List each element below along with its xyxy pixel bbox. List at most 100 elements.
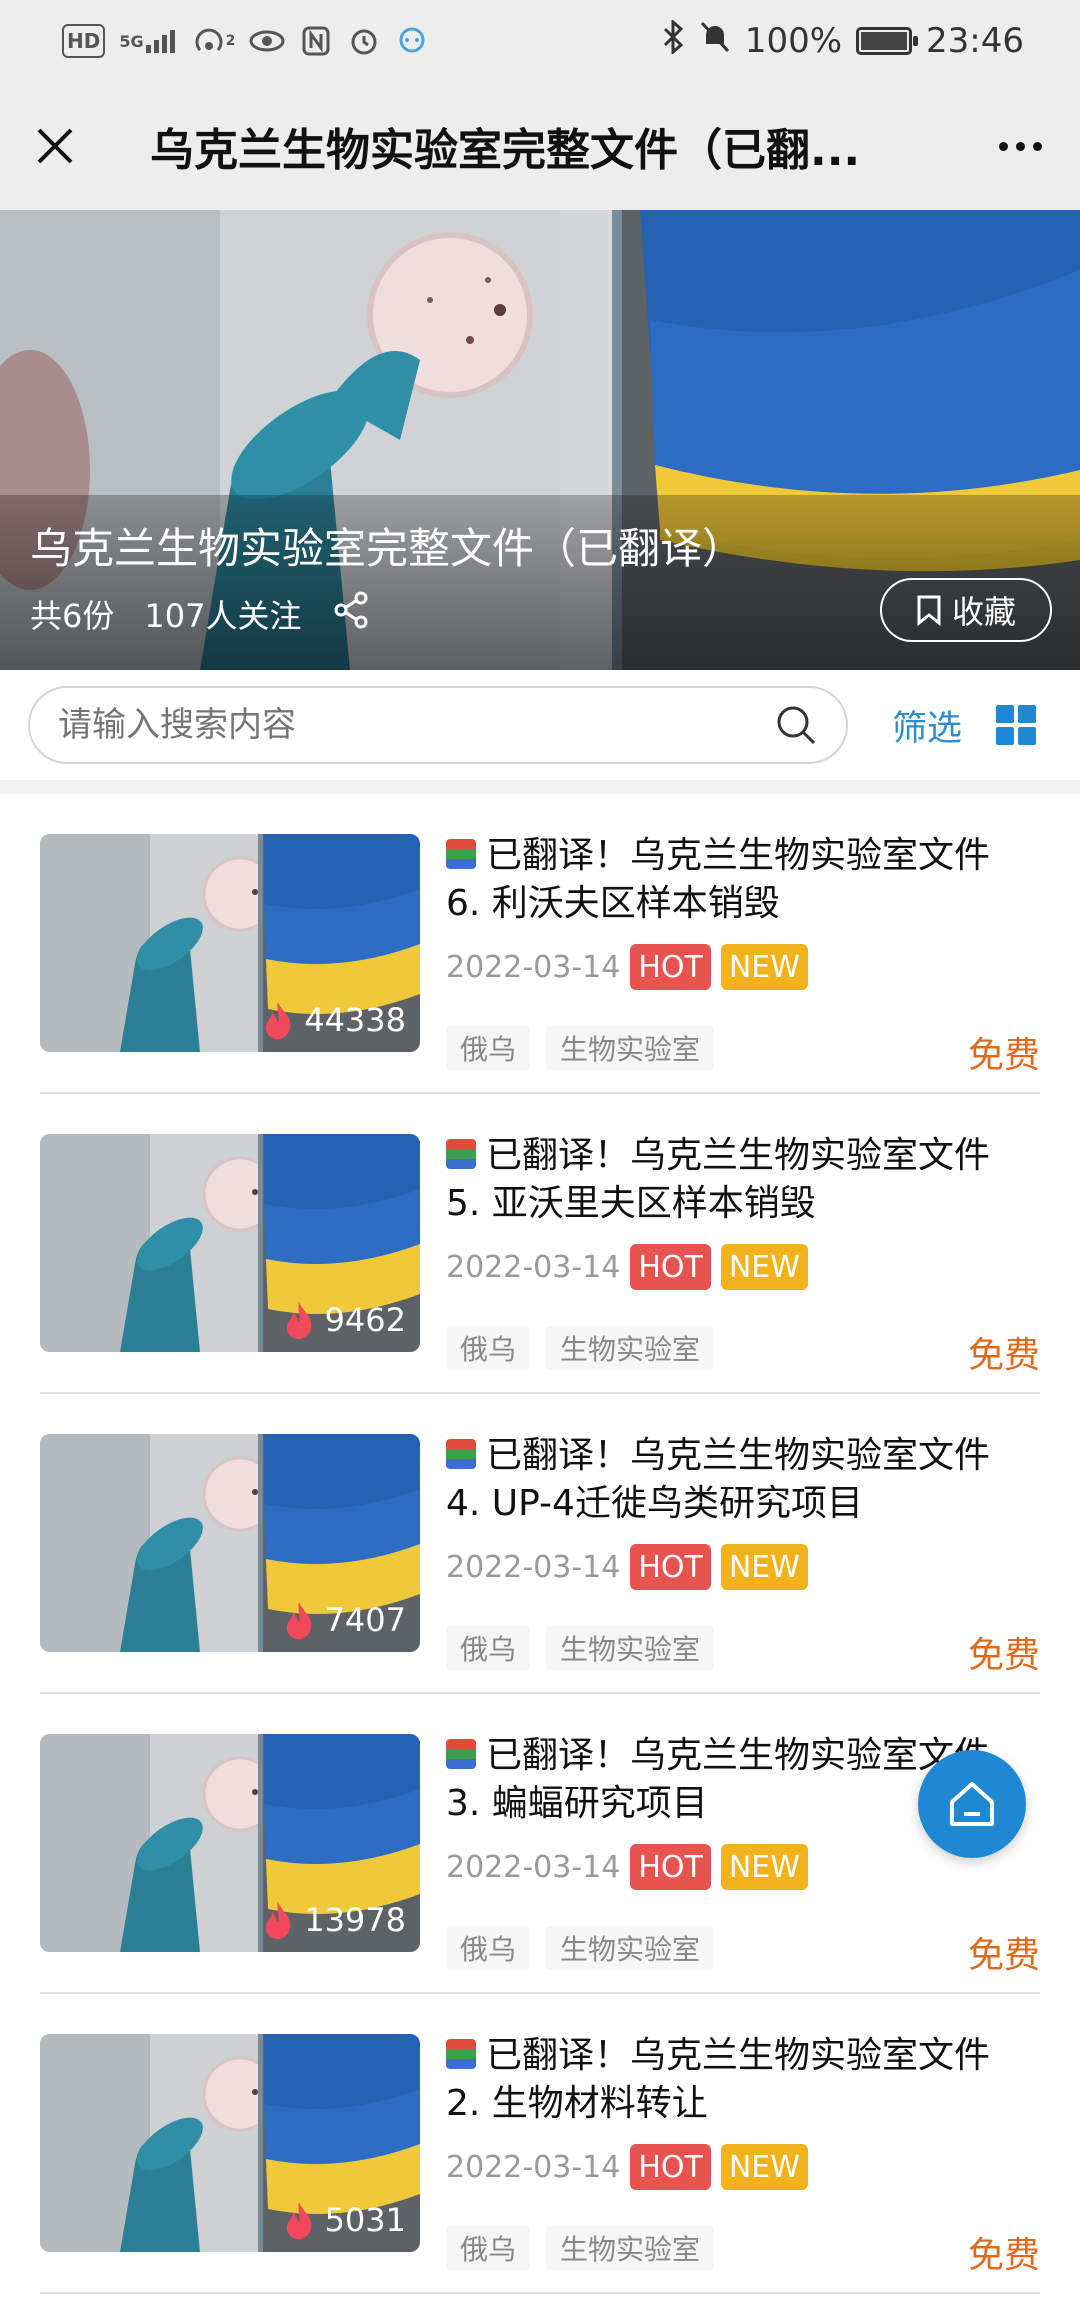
item-title[interactable]: 已翻译！乌克兰生物实验室文件 4. UP-4迁徙鸟类研究项目 <box>446 1432 1046 1528</box>
item-date: 2022-03-14 <box>446 949 621 985</box>
document-list: 44338 已翻译！乌克兰生物实验室文件 6. 利沃夫区样本销毁 2022-03-… <box>0 794 1080 2294</box>
clock: 23:46 <box>926 21 1024 61</box>
flame-icon <box>286 2202 311 2239</box>
tag[interactable]: 俄乌 <box>446 1326 531 1370</box>
item-meta: 2022-03-14 HOT NEW <box>446 1544 808 1590</box>
title-line-1: 已翻译！乌克兰生物实验室文件 <box>486 1435 991 1476</box>
item-date: 2022-03-14 <box>446 1249 621 1285</box>
document-icon <box>446 1739 476 1769</box>
favorite-button[interactable]: 收藏 <box>880 578 1052 642</box>
item-thumbnail[interactable]: 44338 <box>40 834 420 1052</box>
hot-badge: HOT <box>630 2144 711 2190</box>
title-line-2: 6. 利沃夫区样本销毁 <box>446 883 780 924</box>
document-icon <box>446 1439 476 1469</box>
item-thumbnail[interactable]: 7407 <box>40 1434 420 1652</box>
tag[interactable]: 生物实验室 <box>546 2226 715 2270</box>
item-thumbnail[interactable]: 13978 <box>40 1734 420 1952</box>
title-line-2: 4. UP-4迁徙鸟类研究项目 <box>446 1483 863 1524</box>
search-box[interactable] <box>28 686 848 764</box>
flame-icon <box>286 1302 311 1339</box>
view-count-value: 5031 <box>324 2201 406 2239</box>
title-line-1: 已翻译！乌克兰生物实验室文件 <box>486 2035 991 2076</box>
page-title: 乌克兰生物实验室完整文件（已翻... <box>150 125 861 176</box>
search-input[interactable] <box>58 705 774 745</box>
battery-percent: 100% <box>744 21 843 61</box>
view-count-value: 7407 <box>324 1601 406 1639</box>
view-count-value: 44338 <box>304 1001 406 1039</box>
view-count-value: 9462 <box>324 1301 406 1339</box>
hot-badge: HOT <box>630 1844 711 1890</box>
follower-count: 107人关注 <box>144 597 302 635</box>
list-item[interactable]: 5031 已翻译！乌克兰生物实验室文件 2. 生物材料转让 2022-03-14 … <box>0 1994 1080 2294</box>
hd-icon: HD <box>62 24 106 58</box>
item-meta: 2022-03-14 HOT NEW <box>446 1244 808 1290</box>
close-icon <box>37 128 73 164</box>
section-divider <box>0 780 1080 794</box>
home-icon <box>950 1782 994 1826</box>
share-button[interactable] <box>331 590 371 638</box>
new-badge: NEW <box>720 944 808 990</box>
bluetooth-icon <box>661 18 685 63</box>
price-label: 免费 <box>967 1935 1040 1976</box>
hero-banner: 乌克兰生物实验室完整文件（已翻译） 共6份 107人关注 收藏 <box>0 210 1080 670</box>
tag[interactable]: 俄乌 <box>446 1026 531 1070</box>
home-button[interactable] <box>918 1750 1026 1858</box>
document-icon <box>446 839 476 869</box>
new-badge: NEW <box>720 1244 808 1290</box>
item-thumbnail[interactable]: 5031 <box>40 2034 420 2252</box>
new-badge: NEW <box>720 2144 808 2190</box>
tag[interactable]: 生物实验室 <box>546 1626 715 1670</box>
search-bar: 筛选 <box>0 670 1080 780</box>
item-tags: 俄乌 生物实验室 <box>446 1026 715 1070</box>
view-count: 13978 <box>260 1900 406 1940</box>
title-line-2: 3. 蝙蝠研究项目 <box>446 1783 708 1824</box>
view-count: 5031 <box>281 2200 406 2240</box>
search-icon[interactable] <box>774 703 818 747</box>
bookmark-icon <box>917 595 941 626</box>
filter-button[interactable]: 筛选 <box>892 700 962 751</box>
nav-bar: 乌克兰生物实验室完整文件（已翻... <box>0 82 1080 210</box>
tag[interactable]: 生物实验室 <box>546 1926 715 1970</box>
item-title[interactable]: 已翻译！乌克兰生物实验室文件 6. 利沃夫区样本销毁 <box>446 832 1046 928</box>
title-line-2: 2. 生物材料转让 <box>446 2083 708 2124</box>
tag[interactable]: 俄乌 <box>446 2226 531 2270</box>
alarm-icon <box>347 24 381 58</box>
status-left: HD 5G 2 <box>62 24 429 58</box>
more-dot <box>1032 141 1042 151</box>
title-line-1: 已翻译！乌克兰生物实验室文件 <box>486 835 991 876</box>
item-date: 2022-03-14 <box>446 1849 621 1885</box>
item-meta: 2022-03-14 HOT NEW <box>446 2144 808 2190</box>
title-line-1: 已翻译！乌克兰生物实验室文件 <box>486 1135 991 1176</box>
hot-badge: HOT <box>630 944 711 990</box>
list-item[interactable]: 9462 已翻译！乌克兰生物实验室文件 5. 亚沃里夫区样本销毁 2022-03-… <box>0 1094 1080 1394</box>
item-tags: 俄乌 生物实验室 <box>446 1326 715 1370</box>
nfc-icon <box>299 24 333 58</box>
tag[interactable]: 俄乌 <box>446 1626 531 1670</box>
item-title[interactable]: 已翻译！乌克兰生物实验室文件 2. 生物材料转让 <box>446 2032 1046 2128</box>
new-badge: NEW <box>720 1544 808 1590</box>
list-item[interactable]: 7407 已翻译！乌克兰生物实验室文件 4. UP-4迁徙鸟类研究项目 2022-… <box>0 1394 1080 1694</box>
grid-view-icon[interactable] <box>996 705 1037 745</box>
hot-badge: HOT <box>630 1244 711 1290</box>
more-button[interactable] <box>960 82 1080 210</box>
tag[interactable]: 生物实验室 <box>546 1326 715 1370</box>
list-item[interactable]: 44338 已翻译！乌克兰生物实验室文件 6. 利沃夫区样本销毁 2022-03-… <box>0 794 1080 1094</box>
item-title[interactable]: 已翻译！乌克兰生物实验室文件 5. 亚沃里夫区样本销毁 <box>446 1132 1046 1228</box>
view-count: 7407 <box>281 1600 406 1640</box>
close-button[interactable] <box>0 82 110 210</box>
view-count-value: 13978 <box>304 1901 406 1939</box>
price-label: 免费 <box>967 1335 1040 1376</box>
item-tags: 俄乌 生物实验室 <box>446 2226 715 2270</box>
view-count: 9462 <box>281 1300 406 1340</box>
price-label: 免费 <box>967 1635 1040 1676</box>
item-date: 2022-03-14 <box>446 1549 621 1585</box>
item-tags: 俄乌 生物实验室 <box>446 1926 715 1970</box>
hero-title: 乌克兰生物实验室完整文件（已翻译） <box>30 524 745 573</box>
tag[interactable]: 生物实验室 <box>546 1026 715 1070</box>
signal-5g-icon: 5G <box>119 24 177 58</box>
list-item[interactable]: 13978 已翻译！乌克兰生物实验室文件 3. 蝙蝠研究项目 2022-03-14… <box>0 1694 1080 1994</box>
tag[interactable]: 俄乌 <box>446 1926 531 1970</box>
item-thumbnail[interactable]: 9462 <box>40 1134 420 1352</box>
hero-meta: 共6份 107人关注 <box>30 590 371 638</box>
title-line-2: 5. 亚沃里夫区样本销毁 <box>446 1183 816 1224</box>
